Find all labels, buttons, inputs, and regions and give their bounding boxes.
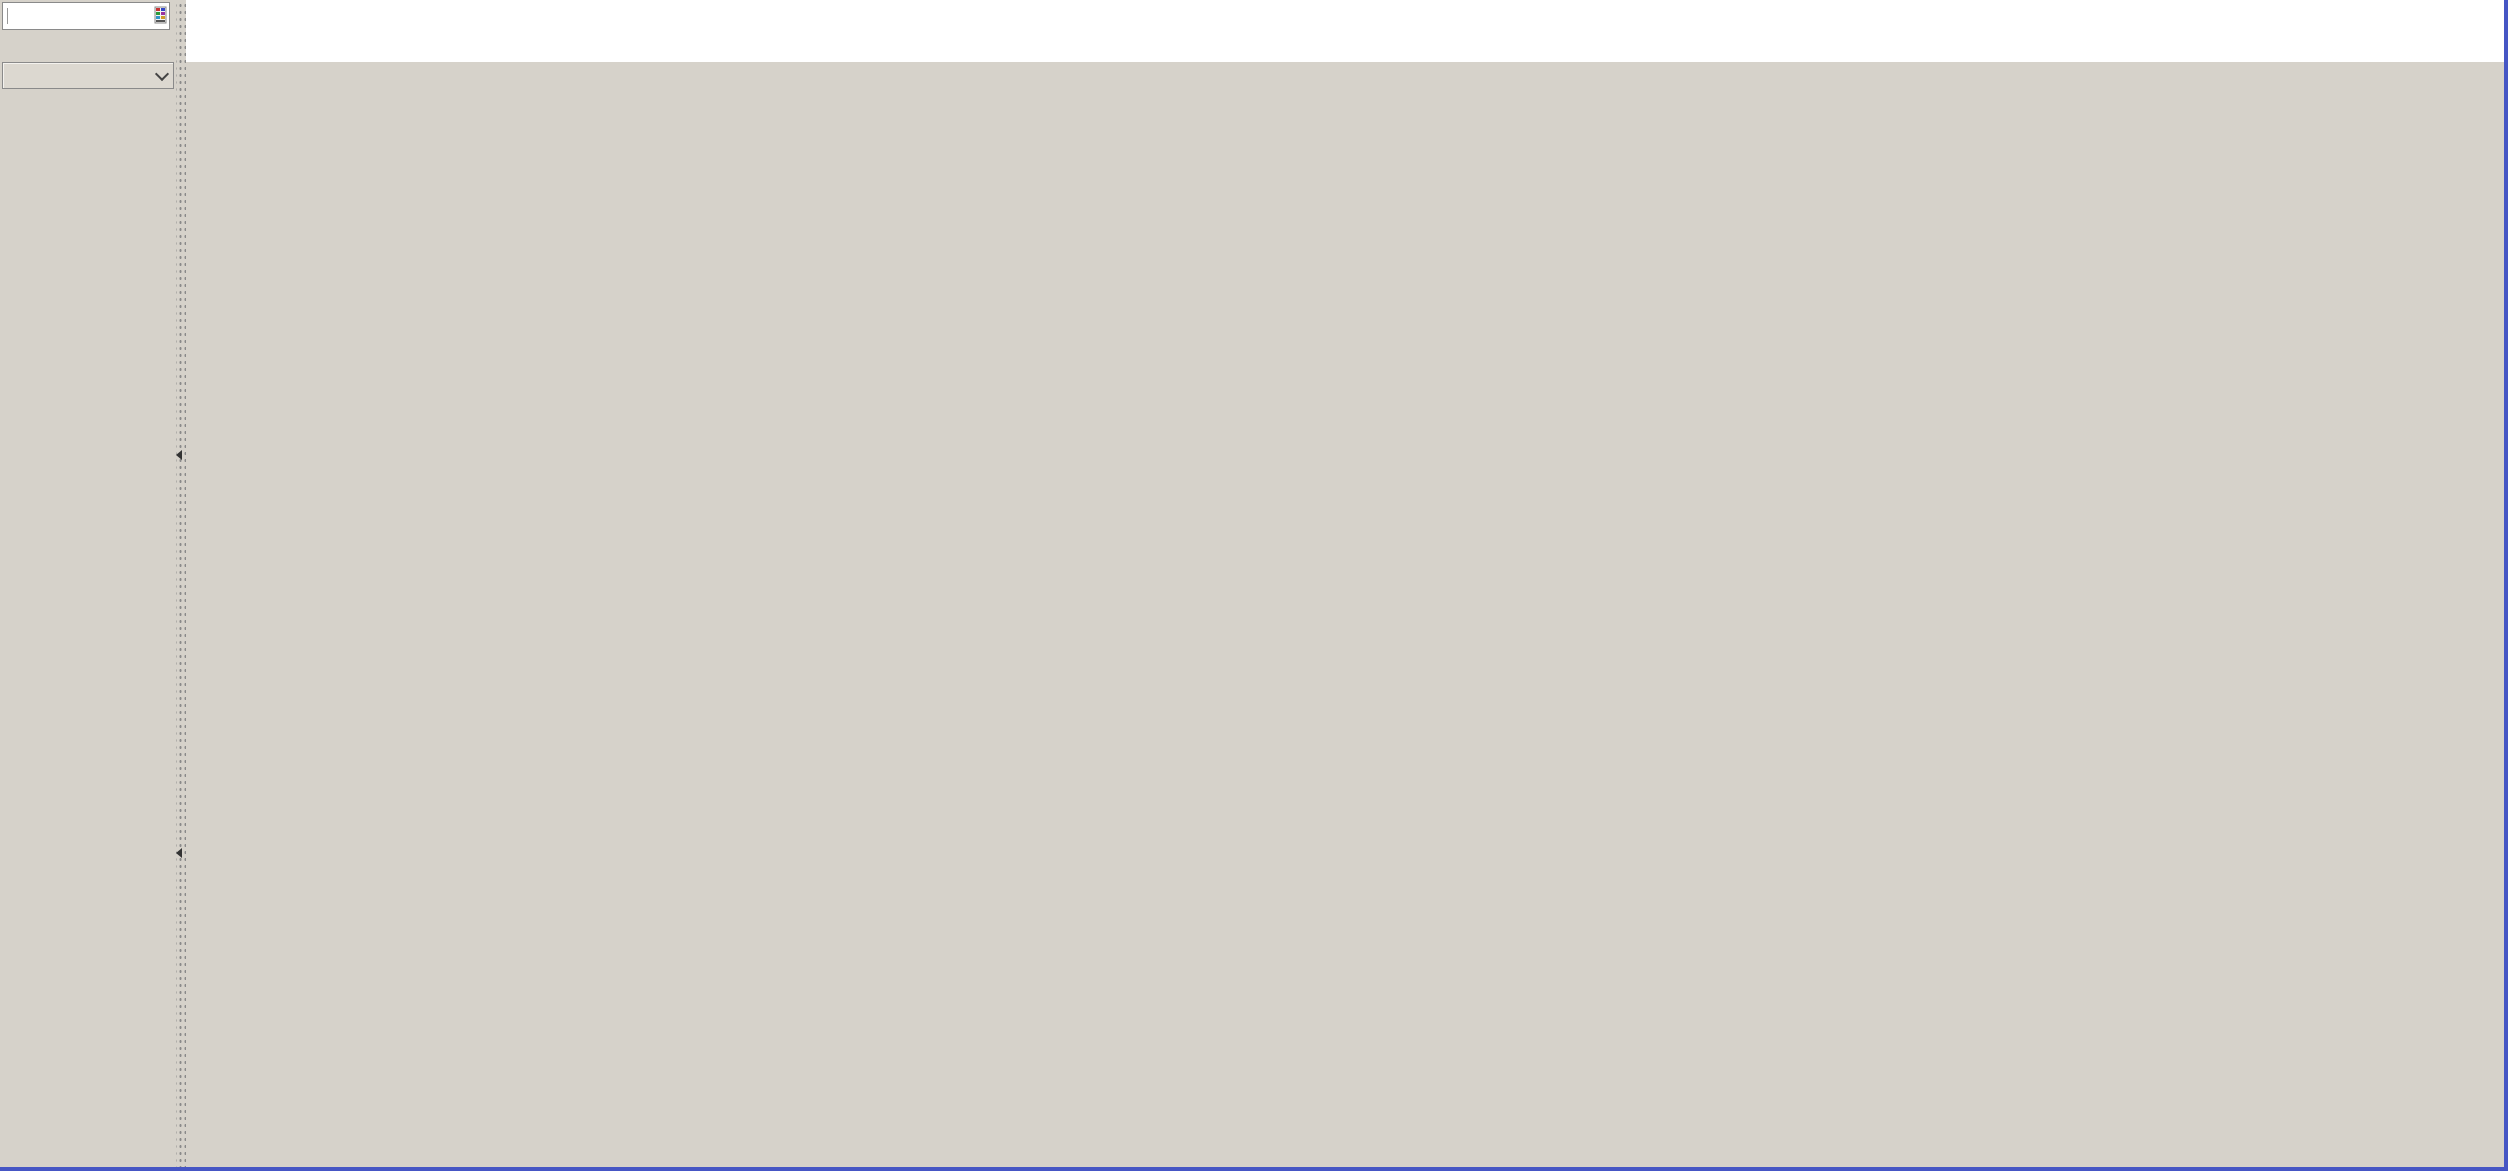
text-caret <box>7 8 8 24</box>
hypnogram-timeline[interactable] <box>186 0 2508 62</box>
chevron-down-icon <box>155 66 169 80</box>
top-left-controls <box>0 0 176 92</box>
psg-application-window <box>0 0 2508 1171</box>
view-mode-select[interactable] <box>2 62 174 89</box>
sidebar-splitter[interactable] <box>176 0 186 1171</box>
study-icon <box>154 6 167 24</box>
annotation-input[interactable] <box>2 2 170 30</box>
splitter-collapse-icon[interactable] <box>176 848 182 858</box>
splitter-collapse-icon[interactable] <box>176 450 182 460</box>
